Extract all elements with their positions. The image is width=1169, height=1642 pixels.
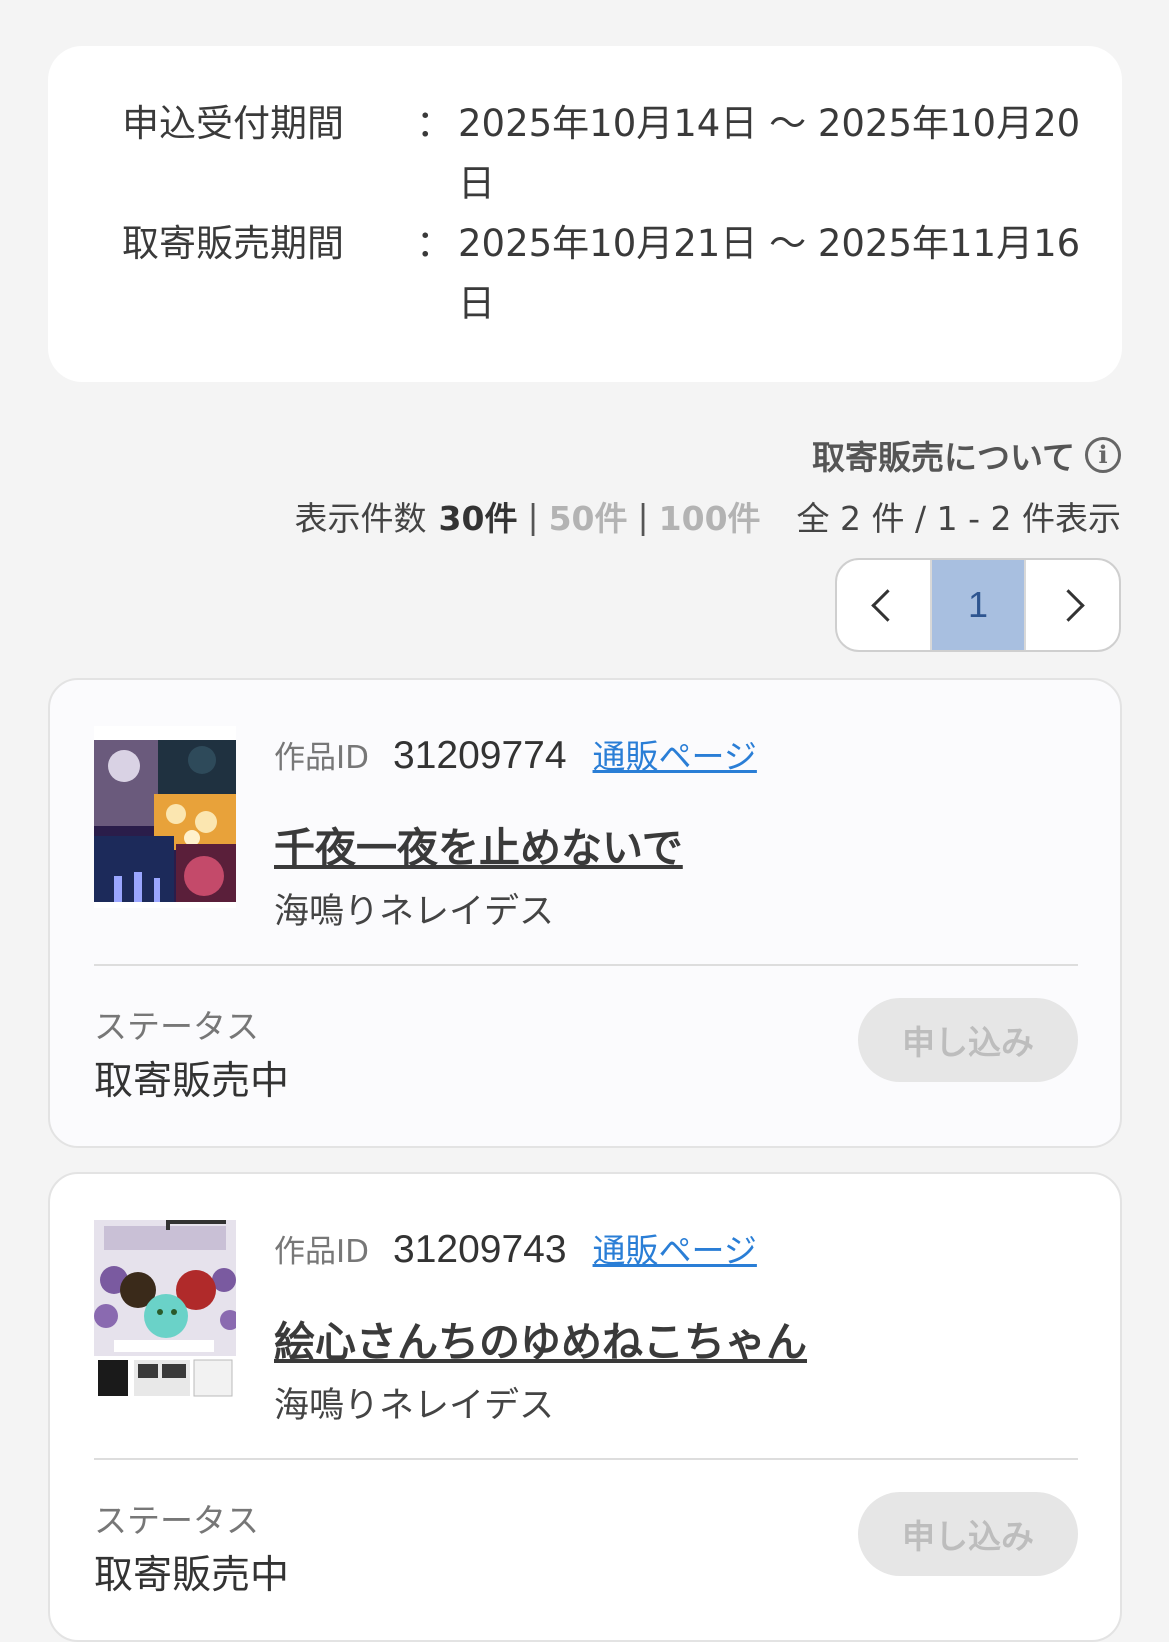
period-colon: ： — [416, 102, 453, 145]
prev-page-button[interactable] — [837, 560, 930, 650]
application-period-value: 2025年10月14日 〜 2025年10月20日 — [458, 102, 1081, 205]
divider — [94, 1458, 1078, 1460]
status-label: ステータス — [94, 1501, 259, 1540]
chevron-left-icon — [871, 588, 904, 622]
display-count-100[interactable]: 100件 — [659, 492, 761, 540]
period-colon: ： — [416, 222, 453, 265]
status-value: 取寄販売中 — [94, 1059, 290, 1104]
shop-page-link[interactable]: 通販ページ — [593, 730, 757, 778]
item-meta: 作品ID 31209774 通販ページ — [274, 730, 757, 778]
item-author: 海鳴りネレイデス — [274, 1386, 555, 1426]
item-id-label: 作品ID — [274, 1234, 370, 1270]
chevron-right-icon — [1052, 588, 1085, 622]
apply-button[interactable]: 申し込み — [858, 998, 1078, 1082]
display-count-30[interactable]: 30件 — [439, 492, 518, 540]
sales-period-label: 取寄販売期間 — [122, 222, 344, 265]
application-period-label: 申込受付期間 — [122, 102, 344, 145]
info-icon: i — [1085, 437, 1121, 473]
next-page-button[interactable] — [1026, 560, 1119, 650]
status-label: ステータス — [94, 1007, 259, 1046]
display-count-row: 表示件数 30件 | 50件 | 100件 全 2 件 / 1 - 2 件表示 — [295, 488, 1121, 544]
item-cover-image[interactable] — [94, 726, 236, 908]
apply-button[interactable]: 申し込み — [858, 1492, 1078, 1576]
item-id-value: 31209774 — [393, 734, 567, 777]
display-count-label: 表示件数 — [294, 499, 427, 538]
item-card: 作品ID 31209774 通販ページ 千夜一夜を止めないで 海鳴りネレイデス … — [48, 678, 1122, 1148]
separator: | — [527, 496, 539, 536]
page-1-button[interactable]: 1 — [929, 560, 1027, 650]
item-card: 作品ID 31209743 通販ページ 絵心さんちのゆめねこちゃん 海鳴りネレイ… — [48, 1172, 1122, 1642]
item-author: 海鳴りネレイデス — [274, 892, 555, 932]
sales-period-value: 2025年10月21日 〜 2025年11月16日 — [458, 222, 1081, 325]
about-order-sales-label: 取寄販売について — [811, 438, 1075, 477]
shop-page-link[interactable]: 通販ページ — [593, 1224, 757, 1272]
item-title-link[interactable]: 絵心さんちのゆめねこちゃん — [274, 1308, 807, 1368]
separator: | — [637, 496, 649, 536]
about-order-sales-link[interactable]: 取寄販売について i — [812, 430, 1121, 480]
display-count-50[interactable]: 50件 — [549, 492, 628, 540]
result-total-text: 全 2 件 / 1 - 2 件表示 — [796, 499, 1121, 538]
divider — [94, 964, 1078, 966]
item-title-link[interactable]: 千夜一夜を止めないで — [274, 814, 683, 874]
item-meta: 作品ID 31209743 通販ページ — [274, 1224, 757, 1272]
pagination: 1 — [835, 558, 1121, 652]
item-id-value: 31209743 — [393, 1228, 567, 1271]
status-value: 取寄販売中 — [94, 1553, 290, 1598]
item-cover-image[interactable] — [94, 1220, 236, 1402]
item-id-label: 作品ID — [274, 740, 370, 776]
